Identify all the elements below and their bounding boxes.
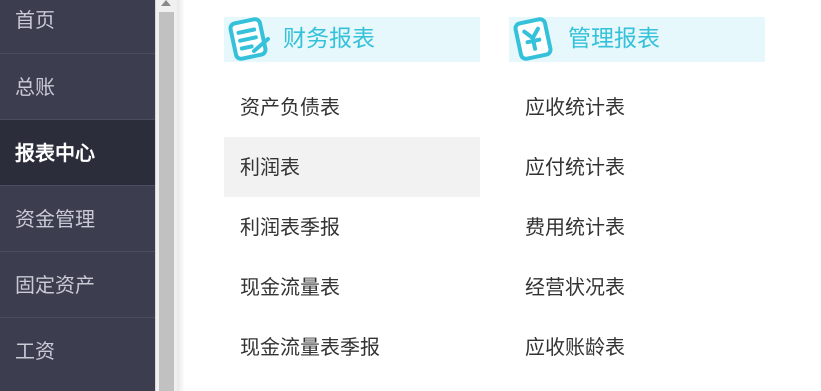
panel-header: 财务报表 (224, 17, 480, 62)
report-item-balance-sheet[interactable]: 资产负债表 (224, 77, 480, 137)
report-item-label: 现金流量表 (240, 275, 340, 299)
sidebar-item-label: 总账 (15, 75, 55, 99)
sidebar-item-general-ledger[interactable]: 总账 (0, 54, 155, 120)
management-reports-panel: 管理报表 应收统计表 应付统计表 费用统计表 经营状况表 应收账龄表 (509, 17, 765, 359)
document-edit-icon (224, 17, 272, 62)
vertical-scrollbar[interactable] (155, 0, 177, 391)
report-item-payables-stats[interactable]: 应付统计表 (509, 137, 765, 197)
sidebar-item-label: 首页 (15, 8, 55, 32)
scroll-up-arrow-icon[interactable] (161, 0, 171, 6)
report-item-cash-flow-quarterly[interactable]: 现金流量表季报 (224, 317, 480, 377)
financial-reports-panel: 财务报表 资产负债表 利润表 利润表季报 现金流量表 现金流量表季报 (224, 17, 480, 359)
report-item-income-statement[interactable]: 利润表 (224, 137, 480, 197)
report-item-label: 应收统计表 (525, 95, 625, 119)
report-item-label: 应收账龄表 (525, 335, 625, 359)
report-item-operating-status[interactable]: 经营状况表 (509, 257, 765, 317)
yuan-document-icon (509, 17, 557, 62)
report-item-label: 利润表 (240, 155, 300, 179)
sidebar-nav: 首页 总账 报表中心 资金管理 固定资产 工资 (0, 0, 155, 391)
sidebar-item-fixed-assets[interactable]: 固定资产 (0, 252, 155, 318)
report-item-label: 现金流量表季报 (240, 335, 380, 359)
report-item-label: 利润表季报 (240, 215, 340, 239)
content-edge-shadow (177, 0, 185, 391)
report-item-receivables-stats[interactable]: 应收统计表 (509, 77, 765, 137)
sidebar-item-label: 固定资产 (15, 273, 95, 297)
report-item-income-statement-quarterly[interactable]: 利润表季报 (224, 197, 480, 257)
sidebar-item-fund-management[interactable]: 资金管理 (0, 186, 155, 252)
sidebar-item-salary[interactable]: 工资 (0, 318, 155, 384)
report-item-label: 经营状况表 (525, 275, 625, 299)
sidebar-item-home[interactable]: 首页 (0, 0, 155, 53)
sidebar-item-report-center[interactable]: 报表中心 (0, 120, 155, 186)
panel-title: 财务报表 (283, 26, 375, 52)
report-item-receivables-aging[interactable]: 应收账龄表 (509, 317, 765, 377)
sidebar-item-label: 工资 (15, 339, 55, 363)
panel-header: 管理报表 (509, 17, 765, 62)
report-item-label: 费用统计表 (525, 215, 625, 239)
scrollbar-thumb[interactable] (159, 12, 174, 391)
report-item-expense-stats[interactable]: 费用统计表 (509, 197, 765, 257)
sidebar-item-label: 报表中心 (15, 141, 95, 165)
sidebar-item-label: 资金管理 (15, 207, 95, 231)
report-item-label: 应付统计表 (525, 155, 625, 179)
report-item-cash-flow[interactable]: 现金流量表 (224, 257, 480, 317)
panel-title: 管理报表 (568, 26, 660, 52)
report-item-label: 资产负债表 (240, 95, 340, 119)
